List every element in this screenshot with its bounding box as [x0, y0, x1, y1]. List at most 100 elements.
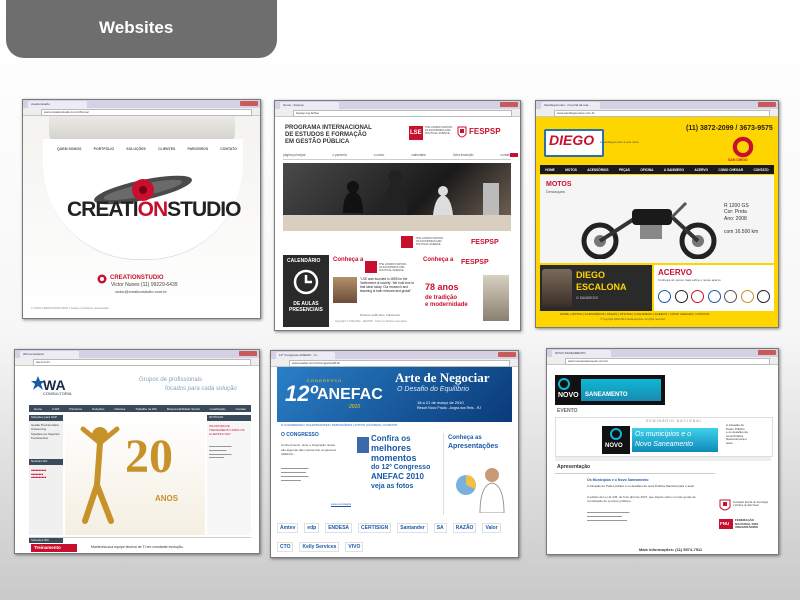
- nav-item-1[interactable]: A WA: [52, 407, 59, 411]
- sponsor-logo-10: VIVO: [345, 541, 364, 552]
- calendar-panel[interactable]: CALENDÁRIO DE AULAS PRESENCIAIS: [283, 255, 329, 327]
- browser-tab[interactable]: 12º Congresso ANEFAC - O...: [276, 352, 335, 359]
- nav-item-3[interactable]: Soluções: [92, 407, 104, 411]
- photos-promo[interactable]: Confira os melhores momentos do 12º Cong…: [357, 433, 439, 515]
- seminar-side-text: A situação do Poder Público e os desafio…: [726, 423, 748, 445]
- nav-item-7[interactable]: COMO CHEGAR: [718, 168, 743, 172]
- creationstudio-logo: CREATIONSTUDIO: [67, 198, 241, 221]
- window-close-icon[interactable]: [758, 350, 776, 355]
- nav-item-8[interactable]: Contato: [235, 407, 246, 411]
- brand-logo-icon: [691, 290, 704, 303]
- nav-item-2[interactable]: ACESSÓRIOS: [587, 168, 608, 172]
- sidebar-list: Gestão Previdenciária Outsourcing Soluções…: [31, 423, 61, 441]
- fespsp-small-text: FESPSP: [471, 239, 499, 246]
- thumb-creationstudio[interactable]: creationstudio www.creationstudio.com.br…: [22, 99, 261, 319]
- thumb-novo-saneamento[interactable]: NOVO SANEAMENTO www.novosaneamento.com.b…: [546, 348, 779, 555]
- sidebar-item-3[interactable]: Treinamentos: [31, 436, 61, 440]
- nav-item-0[interactable]: HOME: [545, 168, 555, 172]
- motos-heading: MOTOS: [546, 181, 572, 188]
- browser-tab[interactable]: creationstudio: [28, 101, 87, 108]
- main-nav[interactable]: O CONGRESSO | PALESTRANTES | PATROCÍNIOS…: [281, 424, 509, 427]
- window-close-icon[interactable]: [498, 352, 516, 357]
- nav-item-4[interactable]: Clientes: [114, 407, 125, 411]
- news-items[interactable]: ■■■■■■■■■■ ■■■■■■■■ ■■■■■■■■■■: [31, 469, 61, 499]
- browser-tab[interactable]: WA Consultoria: [20, 351, 79, 358]
- nav-item-0[interactable]: Home: [34, 407, 42, 411]
- footer-nav[interactable]: HOME | MOTOS | ACESSÓRIOS | PEÇAS | OFIC…: [560, 313, 709, 316]
- calendar-label: CALENDÁRIO: [287, 258, 321, 264]
- conheca-fespsp-panel[interactable]: Conheça a FESPSP 78 anos de tradição e m…: [421, 255, 511, 327]
- nav-item-2[interactable]: Parceiros: [69, 407, 82, 411]
- url-field[interactable]: wa.com.br: [33, 359, 251, 366]
- nav-item-8[interactable]: CONTATO: [753, 168, 768, 172]
- treinamento-button[interactable]: Treinamento: [31, 544, 77, 552]
- brand-mark-icon: [97, 274, 107, 284]
- browser-tab[interactable]: Home - Fespsp: [280, 102, 339, 109]
- desafio-subtitle: O Desafio do Equilíbrio: [397, 386, 469, 393]
- nav-item-0[interactable]: página principal: [283, 153, 305, 159]
- nav-item-1[interactable]: MOTOS: [565, 168, 577, 172]
- window-close-icon[interactable]: [500, 102, 518, 107]
- nav-item-1[interactable]: o parceria: [332, 153, 346, 159]
- location-label: Resort Novo Prado - Angra dos Reis - RJ: [417, 406, 481, 410]
- nav-item-5[interactable]: A SANDIEGO: [664, 168, 684, 172]
- fespsp-crest-icon: [457, 126, 467, 138]
- acervo-banner[interactable]: ACERVO Conheça um pouco mais sobre o nos…: [654, 265, 774, 311]
- aulas-label: DE AULAS PRESENCIAIS: [289, 301, 323, 313]
- url-field[interactable]: www.creationstudio.com.br/home/: [41, 109, 252, 116]
- presenter-icon: [456, 468, 505, 513]
- seminar-headline: Os municípios e o: [635, 431, 692, 438]
- sub-nav[interactable]: [555, 457, 771, 461]
- page-content: QUEM SOMOS PORTFÓLIO SOLUÇÕES CLIENTES PARCE…: [23, 116, 260, 318]
- brand-logo-icon: [724, 290, 737, 303]
- thumb-wa-consultoria[interactable]: WA Consultoria wa.com.br WA CONSULTORIA …: [14, 349, 260, 554]
- nav-item-4[interactable]: OFICINA: [640, 168, 653, 172]
- thumb-anefac[interactable]: 12º Congresso ANEFAC - O... www.anefac.c…: [270, 350, 519, 558]
- inscricao-button[interactable]: [510, 153, 518, 157]
- diego-escalona-banner[interactable]: DIEGO ESCALONA O SANDIEGO: [540, 265, 652, 311]
- nav-item-0[interactable]: QUEM SOMOS: [57, 147, 82, 153]
- presentations-promo[interactable]: Conheça as Apresentações: [443, 433, 512, 515]
- nav-item-5[interactable]: Trabalhe na WA: [135, 407, 156, 411]
- nav-item-7[interactable]: Localização: [210, 407, 226, 411]
- year-label: 2010: [349, 404, 361, 410]
- fnu-logo: FNU: [719, 519, 733, 529]
- nav-item-2[interactable]: o curso: [374, 153, 384, 159]
- window-close-icon[interactable]: [240, 101, 258, 106]
- sponsor-logo-7: Valor: [482, 522, 501, 533]
- nav-item-4[interactable]: PARCEIROS: [188, 147, 209, 153]
- nav-item-3[interactable]: CLIENTES: [158, 147, 175, 153]
- brand-logo-icon: [740, 290, 754, 303]
- nav-item-1[interactable]: PORTFÓLIO: [94, 147, 114, 153]
- url-field[interactable]: fespsp.org.br/lse/: [293, 110, 512, 117]
- nav-item-6[interactable]: Responsabilidade Social: [167, 407, 200, 411]
- conheca-lse-panel[interactable]: Conheça a THE LONDON SCHOOL OF ECONOMICS…: [331, 255, 419, 327]
- nav-item-6[interactable]: ACERVO: [694, 168, 708, 172]
- seminar-banner[interactable]: SEMINÁRIO NACIONAL NOVO Os municípios e …: [555, 417, 773, 457]
- item-title[interactable]: Os Municípios e o Novo Saneamento: [587, 478, 648, 483]
- nav-item-5[interactable]: CONTATO: [220, 147, 237, 153]
- solutions-bar: Soluções WA Treinamento Mantenha sua equ…: [29, 537, 251, 552]
- url-field[interactable]: www.sandiegomotos.com.br: [554, 110, 770, 117]
- lse-small-subtitle: THE LONDON SCHOOL OF ECONOMICS AND POLIT…: [416, 237, 444, 246]
- right-headline[interactable]: WA PROMOVE TREINAMENTO PARA OS CLIENTES …: [209, 424, 249, 437]
- browser-tab[interactable]: NOVO SANEAMENTO: [552, 350, 611, 357]
- window-close-icon[interactable]: [758, 102, 776, 107]
- url-field[interactable]: www.novosaneamento.com.br: [565, 358, 770, 365]
- nav-item-4[interactable]: ficha inscrição: [453, 153, 473, 159]
- browser-tab[interactable]: Sandiegomotos - O portal da sua...: [541, 102, 600, 109]
- thumb-lse-fespsp[interactable]: Home - Fespsp fespsp.org.br/lse/ PROGRAM…: [274, 100, 521, 331]
- nav-item-3[interactable]: calendário: [411, 153, 426, 159]
- url-field[interactable]: www.anefac.com.br/congresso2010: [289, 360, 510, 367]
- read-more-link[interactable]: Leia na íntegra: [331, 503, 351, 506]
- nav-item-2[interactable]: SOLUÇÕES: [126, 147, 146, 153]
- main-nav: Home A WA Parceiros Soluções Clientes Trabalh…: [29, 405, 251, 412]
- nav-item-3[interactable]: PEÇAS: [619, 168, 630, 172]
- destaques-label: Destaques: [546, 189, 566, 194]
- window-close-icon[interactable]: [239, 351, 257, 356]
- brand-name: CREATIONSTUDIO: [110, 275, 164, 281]
- contact-email[interactable]: victor@creationstudio.com.br: [115, 290, 167, 294]
- anefac2010-label: ANEFAC 2010: [371, 472, 424, 481]
- evento-label: EVENTO: [557, 408, 578, 414]
- thumb-sandiegomotos[interactable]: Sandiegomotos - O portal da sua... www.s…: [535, 100, 779, 328]
